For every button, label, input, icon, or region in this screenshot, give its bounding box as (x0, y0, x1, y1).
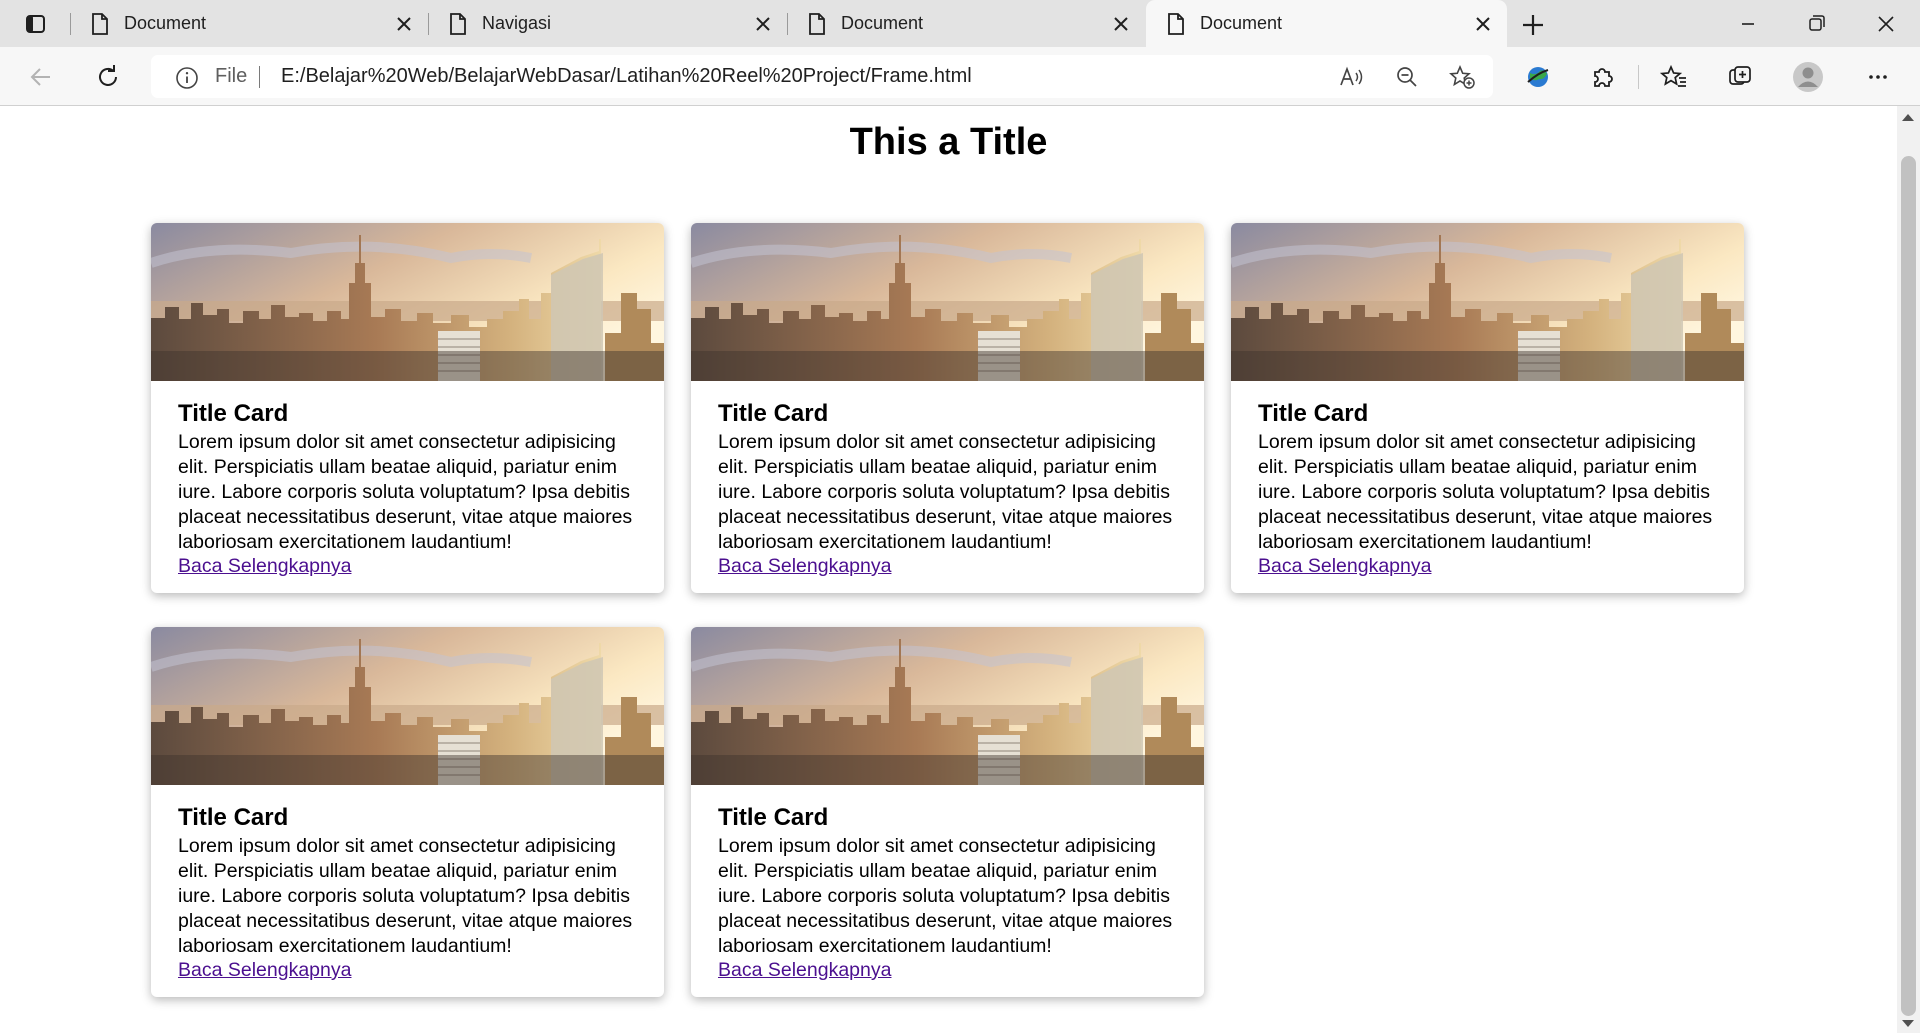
tab-document-active[interactable]: Document (1146, 0, 1507, 47)
card: Title Card Lorem ipsum dolor sit amet co… (1231, 223, 1744, 593)
card-text: Lorem ipsum dolor sit amet consectetur a… (178, 431, 633, 553)
tab-title: Document (841, 13, 924, 33)
page-icon (1166, 13, 1186, 35)
card: Title Card Lorem ipsum dolor sit amet co… (151, 223, 664, 593)
favorites-icon[interactable] (1657, 60, 1691, 94)
page-viewport: This a Title Title Card Lorem ipsum dolo… (0, 106, 1897, 1033)
card-text: Lorem ipsum dolor sit amet consectetur a… (718, 835, 1173, 957)
toolbar-divider (1638, 65, 1639, 89)
more-icon[interactable] (1861, 60, 1895, 94)
card: Title Card Lorem ipsum dolor sit amet co… (691, 627, 1204, 997)
close-icon[interactable] (1111, 14, 1131, 34)
page-icon (807, 13, 827, 35)
refresh-icon[interactable] (91, 60, 125, 94)
page-icon (90, 13, 110, 35)
minimize-icon[interactable] (1725, 8, 1771, 40)
browser-toolbar: File E:/Belajar%20Web/BelajarWebDasar/La… (0, 47, 1920, 106)
card-title: Title Card (718, 804, 829, 831)
city-skyline-image (1231, 223, 1744, 381)
close-icon[interactable] (753, 14, 773, 34)
read-aloud-icon[interactable] (1338, 64, 1366, 90)
tab-title: Document (124, 13, 207, 33)
close-icon[interactable] (1473, 14, 1493, 34)
tab-title: Navigasi (482, 13, 552, 33)
address-divider (259, 66, 260, 88)
card-title: Title Card (178, 400, 289, 427)
tab-document-2[interactable]: Document (787, 0, 1145, 47)
zoom-out-icon[interactable] (1393, 64, 1421, 90)
city-skyline-image (691, 223, 1204, 381)
collections-icon[interactable] (1723, 60, 1757, 94)
card-text: Lorem ipsum dolor sit amet consectetur a… (718, 431, 1173, 553)
puzzle-icon[interactable] (1585, 60, 1619, 94)
close-icon[interactable] (394, 14, 414, 34)
avatar-icon[interactable] (1791, 60, 1825, 94)
tab-title: Document (1200, 13, 1283, 33)
info-icon[interactable] (175, 66, 199, 90)
city-skyline-image (151, 223, 664, 381)
tab-document-1[interactable]: Document (70, 0, 428, 47)
address-url[interactable]: E:/Belajar%20Web/BelajarWebDasar/Latihan… (281, 65, 972, 88)
globe-extension-icon[interactable] (1521, 60, 1555, 94)
read-more-link[interactable]: Baca Selengkapnya (1258, 555, 1431, 578)
page-icon (448, 13, 468, 35)
card-text: Lorem ipsum dolor sit amet consectetur a… (178, 835, 633, 957)
tab-actions-icon[interactable] (18, 10, 52, 38)
scroll-thumb[interactable] (1901, 156, 1916, 1016)
add-favorite-icon[interactable] (1448, 64, 1476, 90)
city-skyline-image (151, 627, 664, 785)
card-title: Title Card (718, 400, 829, 427)
scroll-up-arrow-icon[interactable] (1902, 114, 1914, 121)
city-skyline-image (691, 627, 1204, 785)
card-title: Title Card (1258, 400, 1369, 427)
card: Title Card Lorem ipsum dolor sit amet co… (691, 223, 1204, 593)
read-more-link[interactable]: Baca Selengkapnya (178, 555, 351, 578)
read-more-link[interactable]: Baca Selengkapnya (718, 959, 891, 982)
back-arrow-icon[interactable] (24, 60, 58, 94)
scroll-down-arrow-icon[interactable] (1902, 1020, 1914, 1027)
tab-strip: Document Navigasi Document Document (0, 0, 1920, 47)
address-scheme: File (215, 65, 248, 87)
card-text: Lorem ipsum dolor sit amet consectetur a… (1258, 431, 1713, 553)
read-more-link[interactable]: Baca Selengkapnya (178, 959, 351, 982)
card: Title Card Lorem ipsum dolor sit amet co… (151, 627, 664, 997)
vertical-scrollbar[interactable] (1897, 106, 1920, 1033)
window-close-icon[interactable] (1863, 8, 1909, 40)
page-title: This a Title (849, 121, 1048, 163)
tab-navigasi[interactable]: Navigasi (428, 0, 787, 47)
card-title: Title Card (178, 804, 289, 831)
read-more-link[interactable]: Baca Selengkapnya (718, 555, 891, 578)
plus-icon[interactable] (1516, 10, 1550, 40)
address-bar[interactable]: File E:/Belajar%20Web/BelajarWebDasar/La… (151, 55, 1493, 98)
restore-icon[interactable] (1793, 8, 1839, 40)
